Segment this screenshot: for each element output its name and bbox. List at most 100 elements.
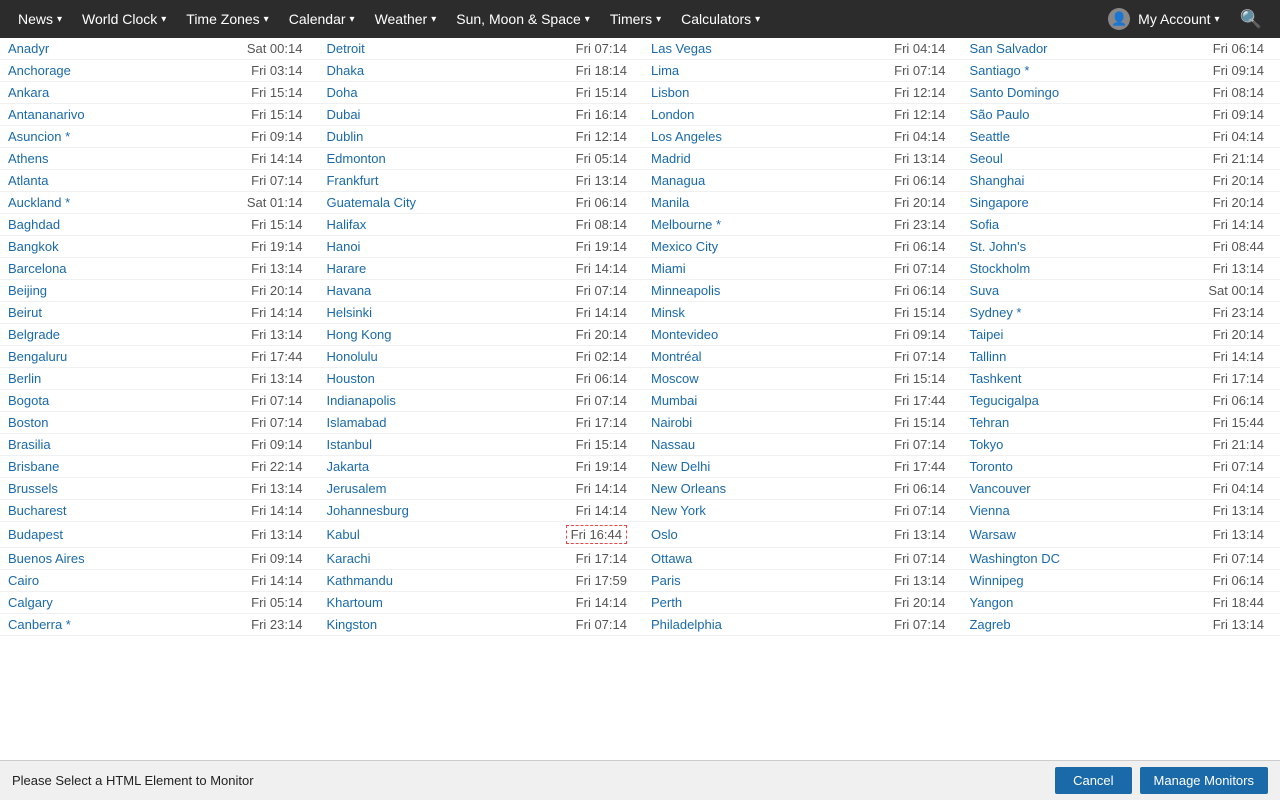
city-link[interactable]: Philadelphia — [651, 617, 722, 632]
city-link[interactable]: Cairo — [8, 573, 39, 588]
city-link[interactable]: Belgrade — [8, 327, 60, 342]
city-link[interactable]: Zagreb — [969, 617, 1010, 632]
city-link[interactable]: São Paulo — [969, 107, 1029, 122]
city-link[interactable]: Guatemala City — [326, 195, 416, 210]
city-link[interactable]: Brussels — [8, 481, 58, 496]
city-link[interactable]: Melbourne * — [651, 217, 721, 232]
city-link[interactable]: Oslo — [651, 527, 678, 542]
city-link[interactable]: Hong Kong — [326, 327, 391, 342]
city-link[interactable]: Baghdad — [8, 217, 60, 232]
city-link[interactable]: Minneapolis — [651, 283, 720, 298]
city-link[interactable]: Vienna — [969, 503, 1009, 518]
nav-item-my-account[interactable]: 👤 My Account ▾ — [1098, 0, 1229, 38]
city-link[interactable]: Bengaluru — [8, 349, 67, 364]
city-link[interactable]: Mumbai — [651, 393, 697, 408]
city-link[interactable]: Khartoum — [326, 595, 382, 610]
city-link[interactable]: Moscow — [651, 371, 699, 386]
city-link[interactable]: Beirut — [8, 305, 42, 320]
city-link[interactable]: Santiago * — [969, 63, 1029, 78]
city-link[interactable]: Singapore — [969, 195, 1028, 210]
city-link[interactable]: Miami — [651, 261, 686, 276]
city-link[interactable]: St. John's — [969, 239, 1026, 254]
city-link[interactable]: Montevideo — [651, 327, 718, 342]
city-link[interactable]: Istanbul — [326, 437, 372, 452]
city-link[interactable]: Dubai — [326, 107, 360, 122]
search-button[interactable]: 🔍 — [1230, 9, 1272, 30]
city-link[interactable]: Warsaw — [969, 527, 1015, 542]
city-link[interactable]: Asuncion * — [8, 129, 70, 144]
city-link[interactable]: Johannesburg — [326, 503, 408, 518]
city-link[interactable]: Lisbon — [651, 85, 689, 100]
city-link[interactable]: Tehran — [969, 415, 1009, 430]
city-link[interactable]: Kingston — [326, 617, 377, 632]
city-link[interactable]: Taipei — [969, 327, 1003, 342]
city-link[interactable]: Tegucigalpa — [969, 393, 1038, 408]
city-link[interactable]: Houston — [326, 371, 374, 386]
city-link[interactable]: Doha — [326, 85, 357, 100]
city-link[interactable]: Vancouver — [969, 481, 1030, 496]
city-link[interactable]: New York — [651, 503, 706, 518]
city-link[interactable]: Anchorage — [8, 63, 71, 78]
nav-item-calendar[interactable]: Calendar ▾ — [279, 0, 365, 38]
city-link[interactable]: Bucharest — [8, 503, 67, 518]
city-link[interactable]: Karachi — [326, 551, 370, 566]
city-link[interactable]: Brisbane — [8, 459, 59, 474]
city-link[interactable]: Atlanta — [8, 173, 48, 188]
city-link[interactable]: Tallinn — [969, 349, 1006, 364]
city-link[interactable]: Anadyr — [8, 41, 49, 56]
city-link[interactable]: Havana — [326, 283, 371, 298]
city-link[interactable]: Helsinki — [326, 305, 372, 320]
city-link[interactable]: Santo Domingo — [969, 85, 1059, 100]
city-link[interactable]: Jakarta — [326, 459, 369, 474]
city-link[interactable]: Las Vegas — [651, 41, 712, 56]
city-link[interactable]: Auckland * — [8, 195, 70, 210]
city-link[interactable]: Buenos Aires — [8, 551, 85, 566]
city-link[interactable]: New Delhi — [651, 459, 710, 474]
city-link[interactable]: Berlin — [8, 371, 41, 386]
city-link[interactable]: Winnipeg — [969, 573, 1023, 588]
nav-item-time-zones[interactable]: Time Zones ▾ — [176, 0, 278, 38]
city-link[interactable]: Madrid — [651, 151, 691, 166]
city-link[interactable]: Sofia — [969, 217, 999, 232]
city-link[interactable]: Athens — [8, 151, 48, 166]
city-link[interactable]: Paris — [651, 573, 681, 588]
city-link[interactable]: Minsk — [651, 305, 685, 320]
city-link[interactable]: Dublin — [326, 129, 363, 144]
city-link[interactable]: Managua — [651, 173, 705, 188]
city-link[interactable]: Mexico City — [651, 239, 718, 254]
city-link[interactable]: Nairobi — [651, 415, 692, 430]
city-link[interactable]: Los Angeles — [651, 129, 722, 144]
nav-item-weather[interactable]: Weather ▾ — [365, 0, 447, 38]
city-link[interactable]: Suva — [969, 283, 999, 298]
city-link[interactable]: Calgary — [8, 595, 53, 610]
city-link[interactable]: Montréal — [651, 349, 702, 364]
city-link[interactable]: Sydney * — [969, 305, 1021, 320]
city-link[interactable]: Detroit — [326, 41, 364, 56]
city-link[interactable]: Canberra * — [8, 617, 71, 632]
city-link[interactable]: Boston — [8, 415, 48, 430]
city-link[interactable]: London — [651, 107, 694, 122]
city-link[interactable]: Bangkok — [8, 239, 59, 254]
city-link[interactable]: Honolulu — [326, 349, 377, 364]
city-link[interactable]: Bogota — [8, 393, 49, 408]
city-link[interactable]: Hanoi — [326, 239, 360, 254]
city-link[interactable]: Ankara — [8, 85, 49, 100]
city-link[interactable]: Frankfurt — [326, 173, 378, 188]
city-link[interactable]: Nassau — [651, 437, 695, 452]
city-link[interactable]: Indianapolis — [326, 393, 395, 408]
nav-item-news[interactable]: News ▾ — [8, 0, 72, 38]
city-link[interactable]: Dhaka — [326, 63, 364, 78]
city-link[interactable]: Barcelona — [8, 261, 67, 276]
city-link[interactable]: Stockholm — [969, 261, 1030, 276]
manage-monitors-button[interactable]: Manage Monitors — [1140, 767, 1268, 794]
city-link[interactable]: Shanghai — [969, 173, 1024, 188]
city-link[interactable]: Yangon — [969, 595, 1013, 610]
nav-item-sun-moon-space[interactable]: Sun, Moon & Space ▾ — [446, 0, 600, 38]
city-link[interactable]: Tokyo — [969, 437, 1003, 452]
nav-item-timers[interactable]: Timers ▾ — [600, 0, 671, 38]
city-link[interactable]: Ottawa — [651, 551, 692, 566]
city-link[interactable]: Manila — [651, 195, 689, 210]
nav-item-calculators[interactable]: Calculators ▾ — [671, 0, 770, 38]
city-link[interactable]: Kathmandu — [326, 573, 393, 588]
city-link[interactable]: Washington DC — [969, 551, 1060, 566]
